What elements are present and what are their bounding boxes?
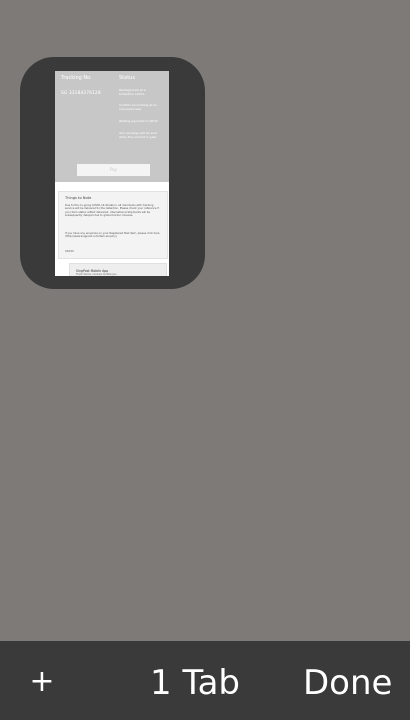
tab-count-label: 1 Tab [150,663,240,703]
app-subtitle: Track items, receive mobile pa... [76,273,119,276]
notes-paragraph: If you have any enquiries on your Regist… [65,232,160,239]
tracking-number: SG 33184276128 [61,91,101,96]
mobile-app-promo: SingPost Mobile App Track items, receive… [69,263,167,276]
new-tab-button[interactable]: + [28,665,56,699]
status-line: Confirm accounting at an arrival process [119,103,158,111]
tab-card[interactable]: Tracking No. SG 33184276128 Status Packa… [20,57,205,289]
status-line: Package held at a Collection centre [119,88,146,96]
tracking-label: Tracking No. [61,75,92,81]
thumbnail-tracking-header: Tracking No. SG 33184276128 Status Packa… [55,71,169,182]
done-button[interactable]: Done [303,663,392,703]
tab-thumbnail[interactable]: Tracking No. SG 33184276128 Status Packa… [55,71,169,276]
pay-button: Pay [77,164,150,176]
things-to-note-panel: Things to Note Due to the on-going COVID… [58,191,168,259]
status-label: Status [119,75,135,81]
notes-title: Things to Note [65,196,92,200]
status-line: Waiting payment to SPOP [119,119,158,123]
tab-switcher-toolbar: + 1 Tab Done [0,641,410,720]
notes-paragraph: XXXXX [65,250,74,253]
notes-paragraph: Due to the on-going COVID-19 situation, … [65,204,159,217]
status-line: Your package will be sent when the amoun… [119,131,158,139]
